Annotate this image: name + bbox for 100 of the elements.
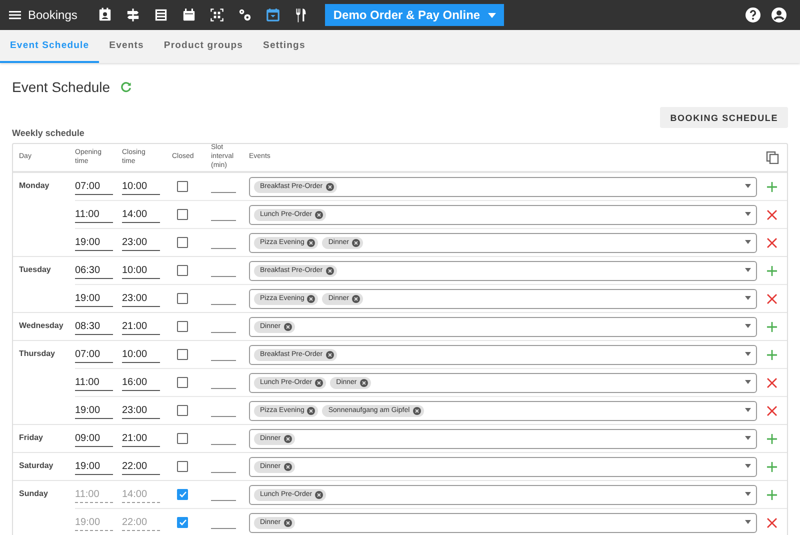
closed-checkbox[interactable]	[177, 181, 188, 192]
closed-checkbox[interactable]	[177, 461, 188, 472]
opening-time-field[interactable]: 11:00	[75, 374, 113, 390]
add-icon[interactable]	[766, 460, 778, 472]
tab[interactable]: Settings	[253, 30, 316, 63]
caret-icon	[744, 352, 752, 357]
closed-checkbox[interactable]	[177, 349, 188, 360]
qr-icon[interactable]	[209, 7, 226, 23]
closing-time-field[interactable]: 14:00	[122, 206, 160, 222]
closed-checkbox[interactable]	[177, 321, 188, 332]
caret-icon	[744, 212, 752, 217]
remove-icon[interactable]	[766, 208, 778, 220]
add-icon[interactable]	[766, 264, 778, 276]
tab[interactable]: Product groups	[154, 30, 254, 63]
opening-time-field[interactable]: 19:00	[75, 458, 113, 474]
closing-time-field[interactable]: 10:00	[122, 346, 160, 362]
close-icon[interactable]	[307, 294, 316, 302]
opening-time-field[interactable]: 09:00	[75, 430, 113, 446]
list-icon[interactable]	[153, 7, 170, 23]
remove-icon[interactable]	[766, 292, 778, 304]
day-label: Tuesday	[19, 265, 51, 274]
close-icon[interactable]	[326, 182, 334, 190]
opening-time-field[interactable]: 11:00	[75, 206, 113, 222]
add-icon[interactable]	[766, 348, 778, 360]
closed-checkbox[interactable]	[177, 433, 188, 444]
copy-icon[interactable]	[766, 151, 778, 164]
opening-time-field[interactable]: 07:00	[75, 178, 113, 194]
closed-checkbox[interactable]	[177, 377, 188, 388]
day-label: Wednesday	[19, 321, 64, 330]
closed-checkbox[interactable]	[177, 405, 188, 416]
close-icon[interactable]	[360, 378, 368, 386]
remove-icon[interactable]	[766, 236, 778, 248]
booking-schedule-button[interactable]: BOOKING SCHEDULE	[660, 107, 788, 128]
closing-time-field[interactable]: 23:00	[122, 402, 160, 418]
caret-icon	[744, 184, 752, 189]
caret-icon	[744, 408, 752, 413]
opening-time-field[interactable]: 19:00	[75, 290, 113, 306]
closing-time-field[interactable]: 21:00	[122, 318, 160, 334]
caret-icon	[744, 240, 752, 245]
opening-time-field[interactable]: 08:30	[75, 318, 113, 334]
close-icon[interactable]	[284, 518, 292, 526]
day-label: Friday	[19, 433, 44, 442]
refresh-icon[interactable]	[120, 81, 132, 93]
caret-icon	[744, 520, 752, 525]
opening-time-field[interactable]: 19:00	[75, 402, 113, 418]
caret-icon	[744, 324, 752, 329]
closed-checkbox[interactable]	[177, 265, 188, 276]
add-icon[interactable]	[766, 180, 778, 192]
close-icon[interactable]	[307, 238, 316, 246]
close-icon[interactable]	[284, 434, 292, 442]
app-title: Bookings	[28, 8, 78, 22]
page-title: Event Schedule	[12, 79, 110, 95]
menu-icon[interactable]	[8, 8, 22, 22]
opening-time-field[interactable]: 07:00	[75, 346, 113, 362]
event-icon[interactable]	[265, 7, 282, 23]
close-icon[interactable]	[412, 406, 421, 414]
remove-icon[interactable]	[766, 516, 778, 528]
remove-icon[interactable]	[766, 404, 778, 416]
signpost-icon[interactable]	[125, 7, 142, 23]
closed-checkbox[interactable]	[177, 517, 188, 528]
closing-time-field[interactable]: 10:00	[122, 178, 160, 194]
help-icon[interactable]	[745, 7, 761, 23]
close-icon[interactable]	[307, 406, 316, 414]
section-title: Weekly schedule	[12, 128, 86, 138]
opening-time-field[interactable]: 06:30	[75, 262, 113, 278]
close-icon[interactable]	[284, 462, 292, 470]
caret-icon	[744, 268, 752, 273]
tab[interactable]: Events	[99, 30, 154, 63]
close-icon[interactable]	[326, 266, 334, 274]
account-icon[interactable]	[771, 7, 787, 23]
day-label: Monday	[19, 181, 50, 190]
contact-icon[interactable]	[97, 7, 114, 23]
closing-time-field[interactable]: 16:00	[122, 374, 160, 390]
closing-time-field[interactable]: 23:00	[122, 234, 160, 250]
closing-time-field[interactable]: 10:00	[122, 262, 160, 278]
calendar-icon[interactable]	[181, 7, 198, 23]
closing-time-field[interactable]: 23:00	[122, 290, 160, 306]
caret-icon	[744, 436, 752, 441]
close-icon[interactable]	[315, 210, 324, 218]
closed-checkbox[interactable]	[177, 489, 188, 500]
close-icon[interactable]	[284, 322, 292, 330]
closed-checkbox[interactable]	[177, 293, 188, 304]
add-icon[interactable]	[766, 432, 778, 444]
close-icon[interactable]	[352, 294, 360, 302]
day-label: Saturday	[19, 461, 54, 470]
add-icon[interactable]	[766, 320, 778, 332]
caret-icon	[744, 492, 752, 497]
add-icon[interactable]	[766, 488, 778, 500]
close-icon[interactable]	[352, 238, 360, 246]
opening-time-field[interactable]: 19:00	[75, 234, 113, 250]
closed-checkbox[interactable]	[177, 237, 188, 248]
gears-icon[interactable]	[237, 7, 254, 23]
close-icon[interactable]	[315, 378, 324, 386]
closing-time-field[interactable]: 21:00	[122, 430, 160, 446]
closed-checkbox[interactable]	[177, 209, 188, 220]
close-icon[interactable]	[326, 350, 334, 358]
day-label: Thursday	[19, 349, 56, 358]
closing-time-field[interactable]: 22:00	[122, 458, 160, 474]
remove-icon[interactable]	[766, 376, 778, 388]
close-icon[interactable]	[315, 490, 324, 498]
